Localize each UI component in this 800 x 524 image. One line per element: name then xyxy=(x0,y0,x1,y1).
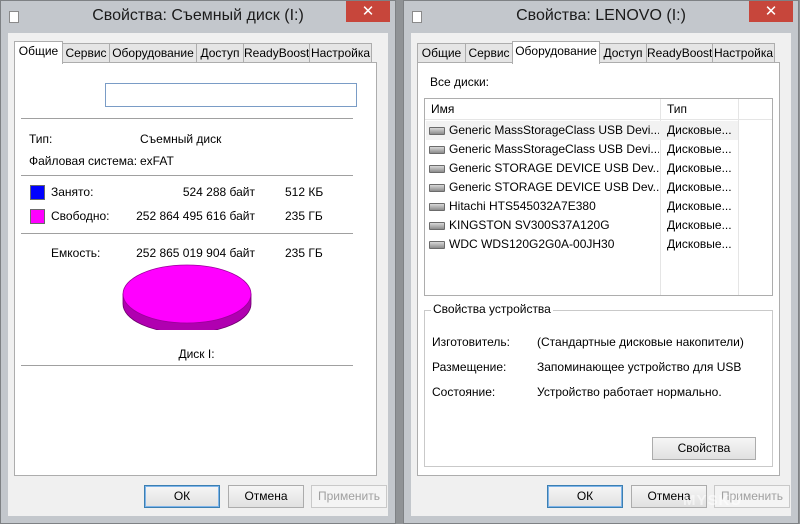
title-bar[interactable]: Свойства: Съемный диск (I:) ✕ xyxy=(1,1,395,33)
location-value: Запоминающее устройство для USB xyxy=(537,360,742,374)
column-divider xyxy=(738,99,739,295)
list-item[interactable]: KINGSTON SV300S37A120G Дисковые... xyxy=(426,216,738,235)
dialog-client-area: Общие Сервис Оборудование Доступ ReadyBo… xyxy=(411,33,791,516)
disk-usage-pie-chart xyxy=(122,264,252,330)
tab-sharing[interactable]: Доступ xyxy=(599,43,647,63)
tab-readyboost[interactable]: ReadyBoost xyxy=(646,43,713,63)
divider xyxy=(21,365,353,366)
disk-name: Generic STORAGE DEVICE USB Dev... xyxy=(449,180,659,194)
disk-type: Дисковые... xyxy=(667,218,732,232)
hard-drive-icon xyxy=(429,184,445,192)
free-space-color-swatch xyxy=(30,209,45,224)
watermark-logo: MYSKU xyxy=(683,492,743,509)
disk-name: Hitachi HTS545032A7E380 xyxy=(449,199,596,213)
status-label: Состояние: xyxy=(432,385,496,399)
close-button[interactable]: ✕ xyxy=(346,1,390,22)
tab-service[interactable]: Сервис xyxy=(465,43,513,63)
free-space-size: 235 ГБ xyxy=(285,209,323,223)
ok-button[interactable]: ОК xyxy=(144,485,220,508)
list-item[interactable]: Generic MassStorageClass USB Devi... Дис… xyxy=(426,140,738,159)
disk-name: Generic MassStorageClass USB Devi... xyxy=(449,123,659,137)
properties-window-removable-disk: Свойства: Съемный диск (I:) ✕ Общие Серв… xyxy=(0,0,396,524)
location-label: Размещение: xyxy=(432,360,507,374)
dialog-client-area: Общие Сервис Оборудование Доступ ReadyBo… xyxy=(8,33,388,516)
disk-type: Дисковые... xyxy=(667,199,732,213)
tab-readyboost[interactable]: ReadyBoost xyxy=(243,43,310,63)
list-item[interactable]: Generic STORAGE DEVICE USB Dev... Дисков… xyxy=(426,159,738,178)
apply-button[interactable]: Применить xyxy=(311,485,387,508)
volume-label-input[interactable] xyxy=(105,83,357,107)
divider xyxy=(21,233,353,234)
status-value: Устройство работает нормально. xyxy=(537,385,722,399)
general-tab-panel: Тип: Съемный диск Файловая система: exFA… xyxy=(14,62,377,476)
column-header-type[interactable]: Тип xyxy=(667,102,687,116)
disk-label: Диск I: xyxy=(178,347,215,361)
list-item[interactable]: Generic MassStorageClass USB Devi... Дис… xyxy=(426,121,738,140)
disk-name: Generic MassStorageClass USB Devi... xyxy=(449,142,659,156)
manufacturer-label: Изготовитель: xyxy=(432,335,510,349)
tab-hardware[interactable]: Оборудование xyxy=(109,43,197,63)
type-value: Съемный диск xyxy=(140,132,222,146)
all-disks-label: Все диски: xyxy=(430,75,490,89)
disk-type: Дисковые... xyxy=(667,123,732,137)
device-properties-title: Свойства устройства xyxy=(431,302,553,316)
cancel-button[interactable]: Отмена xyxy=(228,485,304,508)
hard-drive-icon xyxy=(429,127,445,135)
disk-type: Дисковые... xyxy=(667,237,732,251)
list-header: Имя Тип xyxy=(425,99,772,120)
tab-service[interactable]: Сервис xyxy=(62,43,110,63)
hard-drive-icon xyxy=(429,241,445,249)
disk-name: Generic STORAGE DEVICE USB Dev... xyxy=(449,161,659,175)
tab-customize[interactable]: Настройка xyxy=(309,43,372,63)
tab-general[interactable]: Общие xyxy=(14,41,63,64)
tab-hardware[interactable]: Оборудование xyxy=(512,41,600,64)
device-properties-group: Свойства устройства Изготовитель: (Станд… xyxy=(424,302,773,467)
list-item[interactable]: WDC WDS120G2G0A-00JH30 Дисковые... xyxy=(426,235,738,254)
hardware-tab-panel: Все диски: Имя Тип Generic MassStorageCl… xyxy=(417,62,780,476)
capacity-bytes: 252 865 019 904 байт xyxy=(136,246,255,260)
ok-button[interactable]: ОК xyxy=(547,485,623,508)
capacity-label: Емкость: xyxy=(51,246,101,260)
list-item[interactable]: Hitachi HTS545032A7E380 Дисковые... xyxy=(426,197,738,216)
disk-name: WDC WDS120G2G0A-00JH30 xyxy=(449,237,615,251)
free-space-label: Свободно: xyxy=(51,209,110,223)
hard-drive-icon xyxy=(429,203,445,211)
disk-name: KINGSTON SV300S37A120G xyxy=(449,218,610,232)
divider xyxy=(21,175,353,176)
window-title: Свойства: LENOVO (I:) xyxy=(516,7,686,24)
filesystem-label: Файловая система: xyxy=(29,154,138,168)
filesystem-value: exFAT xyxy=(140,154,174,168)
used-space-color-swatch xyxy=(30,185,45,200)
used-space-size: 512 КБ xyxy=(285,185,324,199)
list-item[interactable]: Generic STORAGE DEVICE USB Dev... Дисков… xyxy=(426,178,738,197)
pie-top-free xyxy=(122,264,252,324)
tab-customize[interactable]: Настройка xyxy=(712,43,775,63)
capacity-size: 235 ГБ xyxy=(285,246,323,260)
tab-general[interactable]: Общие xyxy=(417,43,466,63)
divider xyxy=(21,118,353,119)
hard-drive-icon xyxy=(429,222,445,230)
window-title: Свойства: Съемный диск (I:) xyxy=(92,7,304,24)
properties-window-lenovo: Свойства: LENOVO (I:) ✕ Общие Сервис Обо… xyxy=(403,0,799,524)
column-header-name[interactable]: Имя xyxy=(431,102,454,116)
title-bar[interactable]: Свойства: LENOVO (I:) ✕ xyxy=(404,1,798,33)
disk-type: Дисковые... xyxy=(667,180,732,194)
used-space-label: Занято: xyxy=(51,185,94,199)
disk-list[interactable]: Имя Тип Generic MassStorageClass USB Dev… xyxy=(424,98,773,296)
manufacturer-value: (Стандартные дисковые накопители) xyxy=(537,335,744,349)
disk-type: Дисковые... xyxy=(667,142,732,156)
close-button[interactable]: ✕ xyxy=(749,1,793,22)
type-label: Тип: xyxy=(29,132,53,146)
hard-drive-icon xyxy=(429,146,445,154)
used-space-bytes: 524 288 байт xyxy=(182,185,255,199)
free-space-bytes: 252 864 495 616 байт xyxy=(136,209,255,223)
disk-type: Дисковые... xyxy=(667,161,732,175)
hard-drive-icon xyxy=(429,165,445,173)
device-properties-button[interactable]: Свойства xyxy=(652,437,756,460)
tab-sharing[interactable]: Доступ xyxy=(196,43,244,63)
